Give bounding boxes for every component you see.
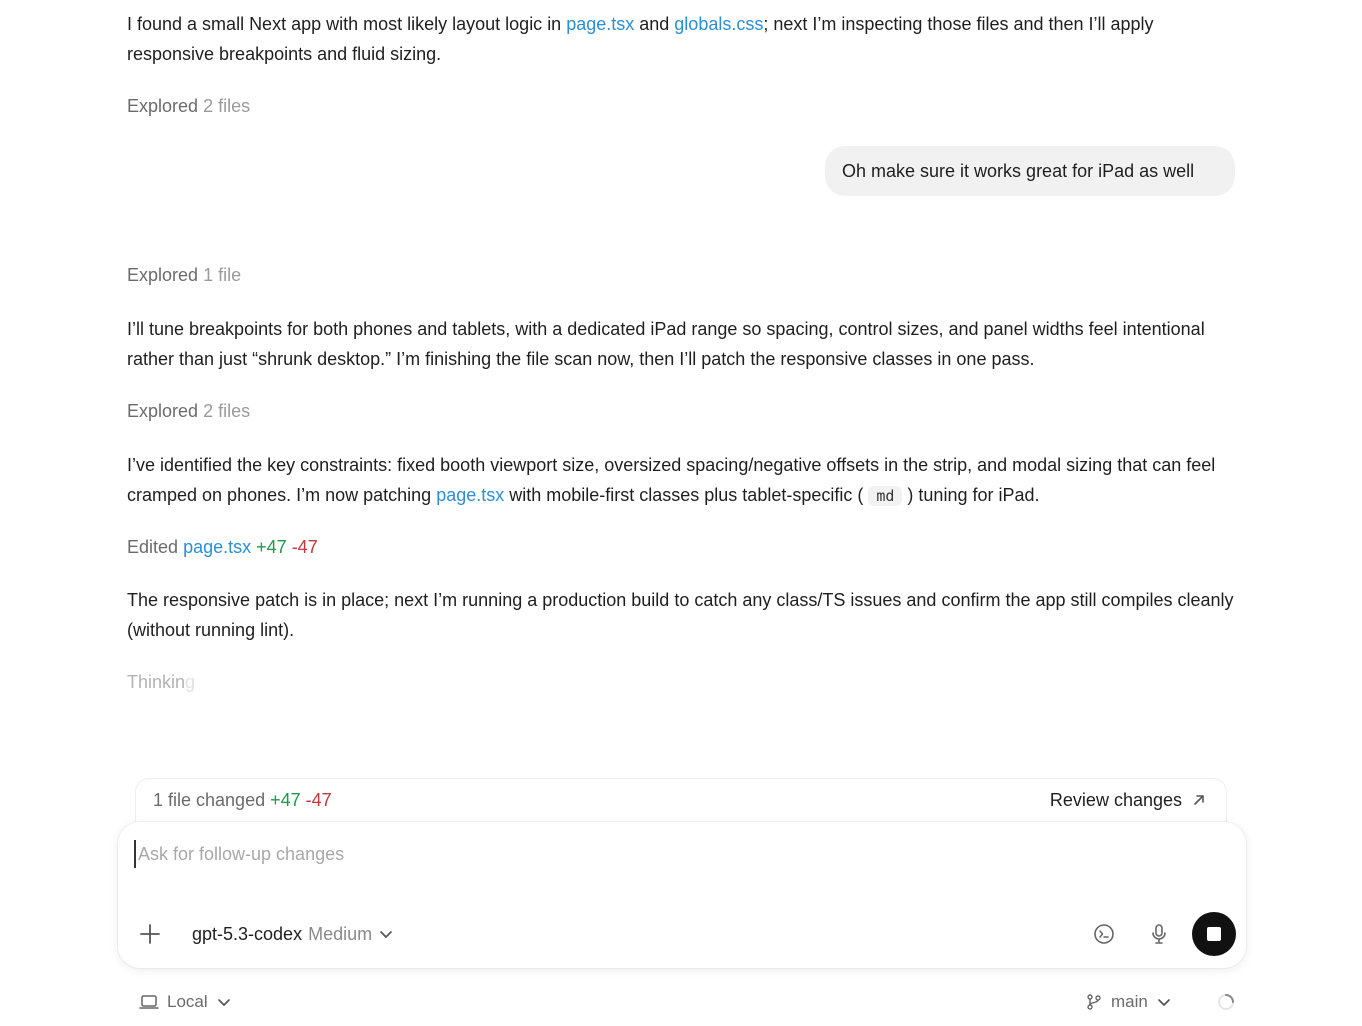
follow-up-input[interactable]	[134, 840, 1214, 868]
branch-selector[interactable]: main	[1085, 990, 1172, 1014]
plus-icon[interactable]	[138, 922, 162, 946]
assistant-message: I’ll tune breakpoints for both phones an…	[127, 319, 1205, 369]
assistant-message: I found a small Next app with most likel…	[127, 14, 1154, 64]
chevron-down-icon	[217, 999, 230, 1006]
chevron-down-icon	[380, 931, 392, 938]
laptop-icon	[139, 995, 159, 1009]
file-link-page-tsx[interactable]: page.tsx	[436, 485, 504, 505]
arrow-up-right-icon	[1194, 795, 1204, 805]
inline-code: md	[868, 486, 903, 506]
model-selector[interactable]: gpt-5.3-codex Medium	[192, 922, 394, 946]
assistant-message: The responsive patch is in place; next I…	[127, 590, 1234, 640]
lines-removed: -47	[291, 537, 318, 557]
file-link-page-tsx[interactable]: page.tsx	[183, 537, 251, 557]
git-branch-icon	[1087, 994, 1101, 1010]
context-usage-icon[interactable]	[1092, 922, 1116, 946]
loading-spinner-icon	[1218, 994, 1234, 1010]
user-message-bubble: Oh make sure it works great for iPad as …	[825, 146, 1235, 196]
explored-files-row[interactable]: Explored 2 files	[127, 94, 250, 118]
composer: gpt-5.3-codex Medium	[118, 822, 1246, 968]
explored-files-row[interactable]: Explored 2 files	[127, 399, 250, 423]
environment-selector[interactable]: Local	[139, 990, 232, 1014]
lines-added: +47	[256, 537, 287, 557]
file-link-page-tsx[interactable]: page.tsx	[566, 14, 634, 34]
assistant-message: I’ve identified the key constraints: fix…	[127, 455, 1216, 506]
edited-file-row[interactable]: Edited page.tsx +47 -47	[127, 535, 318, 559]
explored-files-row[interactable]: Explored 1 file	[127, 263, 241, 287]
changes-summary-bar: 1 file changed +47 -47 Review changes	[135, 778, 1227, 822]
chevron-down-icon	[1158, 999, 1170, 1006]
stop-button[interactable]	[1192, 912, 1236, 956]
changes-summary: 1 file changed +47 -47	[153, 790, 332, 810]
thinking-indicator: Thinking	[127, 672, 196, 692]
stop-icon	[1207, 927, 1221, 941]
file-link-globals-css[interactable]: globals.css	[674, 14, 763, 34]
microphone-icon[interactable]	[1147, 922, 1171, 946]
review-changes-button[interactable]: Review changes	[1050, 779, 1206, 821]
